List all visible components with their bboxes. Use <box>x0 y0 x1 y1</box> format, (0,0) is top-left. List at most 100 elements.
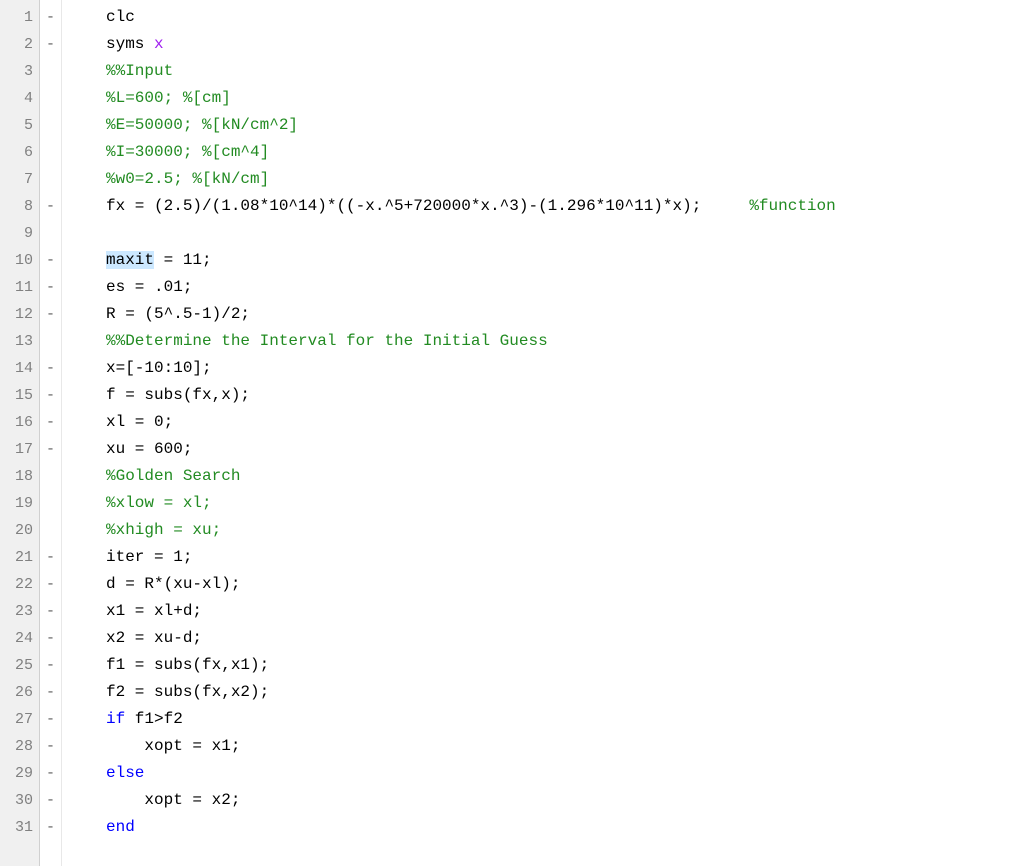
breakpoint-marker[interactable]: - <box>40 193 61 220</box>
fold-cell <box>62 517 92 544</box>
code-line[interactable]: f2 = subs(fx,x2); <box>106 679 1024 706</box>
code-editor-area[interactable]: clcsyms x%%Input%L=600; %[cm]%E=50000; %… <box>92 0 1024 866</box>
breakpoint-marker[interactable]: - <box>40 652 61 679</box>
breakpoint-marker[interactable] <box>40 85 61 112</box>
code-line[interactable]: syms x <box>106 31 1024 58</box>
breakpoint-marker[interactable] <box>40 220 61 247</box>
code-line[interactable]: x1 = xl+d; <box>106 598 1024 625</box>
code-line[interactable]: %E=50000; %[kN/cm^2] <box>106 112 1024 139</box>
fold-cell <box>62 220 92 247</box>
line-number: 24 <box>0 625 39 652</box>
code-token: xl = 0; <box>106 413 173 431</box>
breakpoint-marker[interactable]: - <box>40 598 61 625</box>
breakpoint-marker[interactable] <box>40 166 61 193</box>
code-token: %xhigh = xu; <box>106 521 221 539</box>
breakpoint-marker[interactable]: - <box>40 706 61 733</box>
code-token: es = .01; <box>106 278 192 296</box>
breakpoint-marker[interactable] <box>40 463 61 490</box>
code-line[interactable]: %xlow = xl; <box>106 490 1024 517</box>
code-token: %function <box>749 197 835 215</box>
breakpoint-marker[interactable]: - <box>40 274 61 301</box>
breakpoint-marker[interactable] <box>40 517 61 544</box>
fold-cell <box>62 4 92 31</box>
code-fold-column <box>62 0 92 866</box>
breakpoint-marker[interactable]: - <box>40 355 61 382</box>
code-line[interactable]: clc <box>106 4 1024 31</box>
line-number: 17 <box>0 436 39 463</box>
breakpoint-marker[interactable] <box>40 139 61 166</box>
line-number: 11 <box>0 274 39 301</box>
code-line[interactable]: f1 = subs(fx,x1); <box>106 652 1024 679</box>
fold-cell <box>62 382 92 409</box>
code-line[interactable]: es = .01; <box>106 274 1024 301</box>
code-line[interactable]: if f1>f2 <box>106 706 1024 733</box>
code-line[interactable]: f = subs(fx,x); <box>106 382 1024 409</box>
code-line[interactable]: maxit = 11; <box>106 247 1024 274</box>
code-line[interactable]: iter = 1; <box>106 544 1024 571</box>
code-line[interactable]: %w0=2.5; %[kN/cm] <box>106 166 1024 193</box>
code-line[interactable]: %I=30000; %[cm^4] <box>106 139 1024 166</box>
code-line[interactable]: %L=600; %[cm] <box>106 85 1024 112</box>
breakpoint-marker[interactable]: - <box>40 247 61 274</box>
breakpoint-marker[interactable] <box>40 328 61 355</box>
breakpoint-marker[interactable] <box>40 58 61 85</box>
breakpoint-marker[interactable]: - <box>40 733 61 760</box>
code-token: %Golden Search <box>106 467 240 485</box>
code-line[interactable]: d = R*(xu-xl); <box>106 571 1024 598</box>
breakpoint-marker[interactable]: - <box>40 679 61 706</box>
code-token: if <box>106 710 125 728</box>
breakpoint-marker[interactable]: - <box>40 436 61 463</box>
breakpoint-marker[interactable]: - <box>40 625 61 652</box>
code-line[interactable]: %%Input <box>106 58 1024 85</box>
line-number: 21 <box>0 544 39 571</box>
code-token: x1 = xl+d; <box>106 602 202 620</box>
code-token: R = (5^.5-1)/2; <box>106 305 250 323</box>
breakpoint-marker[interactable]: - <box>40 571 61 598</box>
breakpoint-marker[interactable]: - <box>40 301 61 328</box>
code-line[interactable]: xopt = x2; <box>106 787 1024 814</box>
line-number: 1 <box>0 4 39 31</box>
code-token: %%Determine the Interval for the Initial… <box>106 332 548 350</box>
code-token: = 11; <box>154 251 212 269</box>
line-number: 6 <box>0 139 39 166</box>
line-number-gutter: 1234567891011121314151617181920212223242… <box>0 0 40 866</box>
line-number: 9 <box>0 220 39 247</box>
code-line[interactable]: fx = (2.5)/(1.08*10^14)*((-x.^5+720000*x… <box>106 193 1024 220</box>
code-token: syms <box>106 35 154 53</box>
code-line[interactable]: xl = 0; <box>106 409 1024 436</box>
line-number: 25 <box>0 652 39 679</box>
breakpoint-marker[interactable]: - <box>40 814 61 841</box>
fold-cell <box>62 787 92 814</box>
code-line[interactable]: %Golden Search <box>106 463 1024 490</box>
code-line[interactable]: %%Determine the Interval for the Initial… <box>106 328 1024 355</box>
code-line[interactable]: end <box>106 814 1024 841</box>
line-number: 16 <box>0 409 39 436</box>
code-line[interactable]: xopt = x1; <box>106 733 1024 760</box>
breakpoint-marker[interactable]: - <box>40 760 61 787</box>
code-line[interactable]: %xhigh = xu; <box>106 517 1024 544</box>
code-token: f1 = subs(fx,x1); <box>106 656 269 674</box>
breakpoint-marker[interactable] <box>40 490 61 517</box>
code-line[interactable]: xu = 600; <box>106 436 1024 463</box>
fold-cell <box>62 679 92 706</box>
breakpoint-marker[interactable]: - <box>40 4 61 31</box>
code-token: maxit <box>106 251 154 269</box>
code-line[interactable]: else <box>106 760 1024 787</box>
breakpoint-marker[interactable]: - <box>40 31 61 58</box>
breakpoint-marker[interactable] <box>40 112 61 139</box>
code-token: %I=30000; %[cm^4] <box>106 143 269 161</box>
fold-cell <box>62 139 92 166</box>
line-number: 20 <box>0 517 39 544</box>
fold-cell <box>62 58 92 85</box>
breakpoint-marker[interactable]: - <box>40 544 61 571</box>
code-token: xopt = x2; <box>106 791 240 809</box>
fold-cell <box>62 652 92 679</box>
breakpoint-marker[interactable]: - <box>40 409 61 436</box>
code-line[interactable]: R = (5^.5-1)/2; <box>106 301 1024 328</box>
code-line[interactable]: x2 = xu-d; <box>106 625 1024 652</box>
breakpoint-marker[interactable]: - <box>40 382 61 409</box>
breakpoint-marker[interactable]: - <box>40 787 61 814</box>
fold-cell <box>62 274 92 301</box>
code-line[interactable]: x=[-10:10]; <box>106 355 1024 382</box>
code-line[interactable] <box>106 220 1024 247</box>
